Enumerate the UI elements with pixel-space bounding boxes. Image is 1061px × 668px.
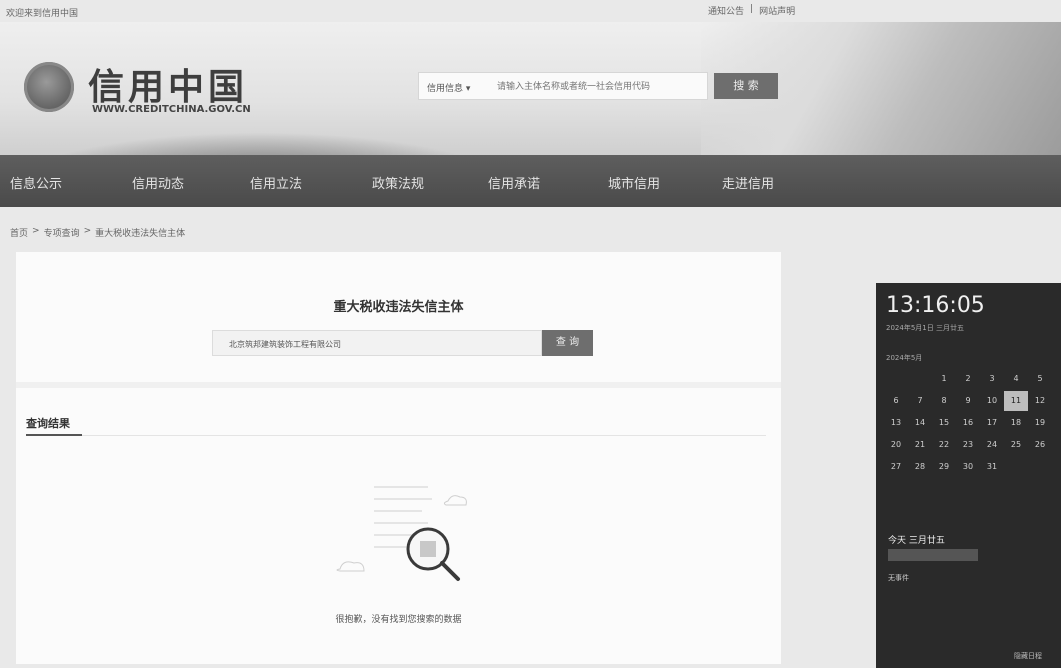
breadcrumb-home[interactable]: 首页	[10, 226, 28, 239]
national-emblem-icon	[24, 62, 74, 112]
top-links: 通知公告 | 网站声明	[708, 4, 795, 17]
calendar-day[interactable]: 31	[980, 457, 1004, 477]
main-nav: 信息公示 信用动态 信用立法 政策法规 信用承诺 城市信用 走进信用	[0, 155, 1061, 207]
nav-item-news[interactable]: 信用动态	[132, 173, 184, 192]
calendar-grid: 1 2 3 4 5 6 7 8 9 10 11 12 13 14 15 16 17 18 19 20 21 22 23 24 2…	[884, 369, 1054, 477]
calendar-day[interactable]: 5	[1028, 369, 1052, 389]
calendar-day[interactable]: 13	[884, 413, 908, 433]
content-card: 重大税收违法失信主体 北京筑邦建筑装饰工程有限公司 查 询 查询结果 很抱歉，没…	[16, 252, 781, 664]
breadcrumb-separator: >	[83, 226, 92, 236]
calendar-day[interactable]: 16	[956, 413, 980, 433]
header-search-button[interactable]: 搜 索	[714, 73, 778, 99]
calendar-day[interactable]: 12	[1028, 391, 1052, 411]
calendar-day[interactable]: 14	[908, 413, 932, 433]
calendar-day	[1028, 457, 1052, 477]
calendar-day[interactable]: 18	[1004, 413, 1028, 433]
breadcrumb-separator: >	[32, 226, 40, 236]
calendar-day[interactable]: 10	[980, 391, 1004, 411]
system-clock-calendar-flyout: 13:16:05 2024年5月1日 三月廿五 2024年5月 12345678…	[876, 283, 1061, 668]
calendar-day	[1004, 457, 1028, 477]
calendar-day[interactable]: 24	[980, 435, 1004, 455]
top-links-separator: |	[750, 4, 754, 14]
statement-link[interactable]: 网站声明	[759, 4, 795, 17]
calendar-day[interactable]: 20	[884, 435, 908, 455]
breadcrumb-current: 重大税收违法失信主体	[95, 229, 186, 239]
calendar-day[interactable]: 2	[956, 369, 980, 389]
calendar-day[interactable]: 4	[1004, 369, 1028, 389]
today-label: 今天 三月廿五	[888, 536, 945, 546]
calendar-month[interactable]: 2024年5月	[886, 353, 922, 363]
result-heading-underline	[26, 434, 82, 436]
calendar-day[interactable]: 11	[1004, 391, 1028, 411]
clock-time: 13:16:05	[886, 293, 985, 318]
section-divider	[16, 382, 781, 388]
calendar-day[interactable]: 3	[980, 369, 1004, 389]
result-heading: 查询结果	[26, 417, 70, 430]
browser-page: 欢迎来到信用中国 通知公告 | 网站声明 信用中国 WWW.CREDITCHIN…	[0, 0, 1061, 668]
no-events-text: 无事件	[888, 574, 909, 582]
header-search-box: 信用信息 ▾	[418, 72, 708, 101]
add-event-input[interactable]	[888, 549, 978, 561]
search-category-select[interactable]: 信用信息 ▾	[427, 81, 470, 94]
site-logo-title[interactable]: 信用中国	[88, 58, 248, 110]
calendar-day[interactable]: 28	[908, 457, 932, 477]
calendar-day[interactable]: 21	[908, 435, 932, 455]
calendar-day[interactable]: 30	[956, 457, 980, 477]
empty-result-message: 很抱歉，没有找到您搜索的数据	[335, 615, 462, 625]
calendar-day[interactable]: 22	[932, 435, 956, 455]
nav-item-about[interactable]: 走进信用	[722, 173, 774, 192]
calendar-day[interactable]: 25	[1004, 435, 1028, 455]
nav-item-commitment[interactable]: 信用承诺	[488, 173, 540, 192]
hide-schedule-link[interactable]: 隐藏日程	[1014, 651, 1042, 661]
calendar-day[interactable]: 1	[932, 369, 956, 389]
nav-item-city[interactable]: 城市信用	[608, 173, 660, 192]
welcome-text: 欢迎来到信用中国	[6, 9, 79, 19]
nav-item-disclosure[interactable]: 信息公示	[10, 173, 62, 192]
top-bar: 欢迎来到信用中国 通知公告 | 网站声明	[0, 0, 1061, 22]
notice-link[interactable]: 通知公告	[708, 4, 744, 17]
calendar-day[interactable]: 15	[932, 413, 956, 433]
calendar-day[interactable]: 23	[956, 435, 980, 455]
query-button[interactable]: 查 询	[542, 330, 593, 356]
calendar-day[interactable]: 29	[932, 457, 956, 477]
page-title: 重大税收违法失信主体	[333, 300, 464, 315]
result-divider	[26, 435, 766, 436]
nav-item-legislation[interactable]: 信用立法	[250, 173, 302, 192]
calendar-day	[908, 369, 932, 389]
calendar-day[interactable]: 8	[932, 391, 956, 411]
calendar-day[interactable]: 17	[980, 413, 1004, 433]
query-input[interactable]: 北京筑邦建筑装饰工程有限公司	[212, 330, 542, 356]
calendar-day[interactable]: 7	[908, 391, 932, 411]
breadcrumb-special[interactable]: 专项查询	[44, 226, 80, 239]
breadcrumb: 首页 > 专项查询 > 重大税收违法失信主体	[10, 226, 185, 239]
calendar-day	[884, 369, 908, 389]
calendar-day[interactable]: 6	[884, 391, 908, 411]
empty-result-illustration	[336, 486, 467, 581]
site-logo-url: WWW.CREDITCHINA.GOV.CN	[92, 104, 251, 115]
site-header: 信用中国 WWW.CREDITCHINA.GOV.CN 信用信息 ▾ 搜 索	[0, 22, 1061, 192]
calendar-day[interactable]: 27	[884, 457, 908, 477]
calendar-day[interactable]: 26	[1028, 435, 1052, 455]
nav-item-policy[interactable]: 政策法规	[372, 173, 424, 192]
calendar-day[interactable]: 9	[956, 391, 980, 411]
header-search-input[interactable]	[495, 73, 707, 101]
calendar-day[interactable]: 19	[1028, 413, 1052, 433]
clock-date[interactable]: 2024年5月1日 三月廿五	[886, 323, 964, 333]
